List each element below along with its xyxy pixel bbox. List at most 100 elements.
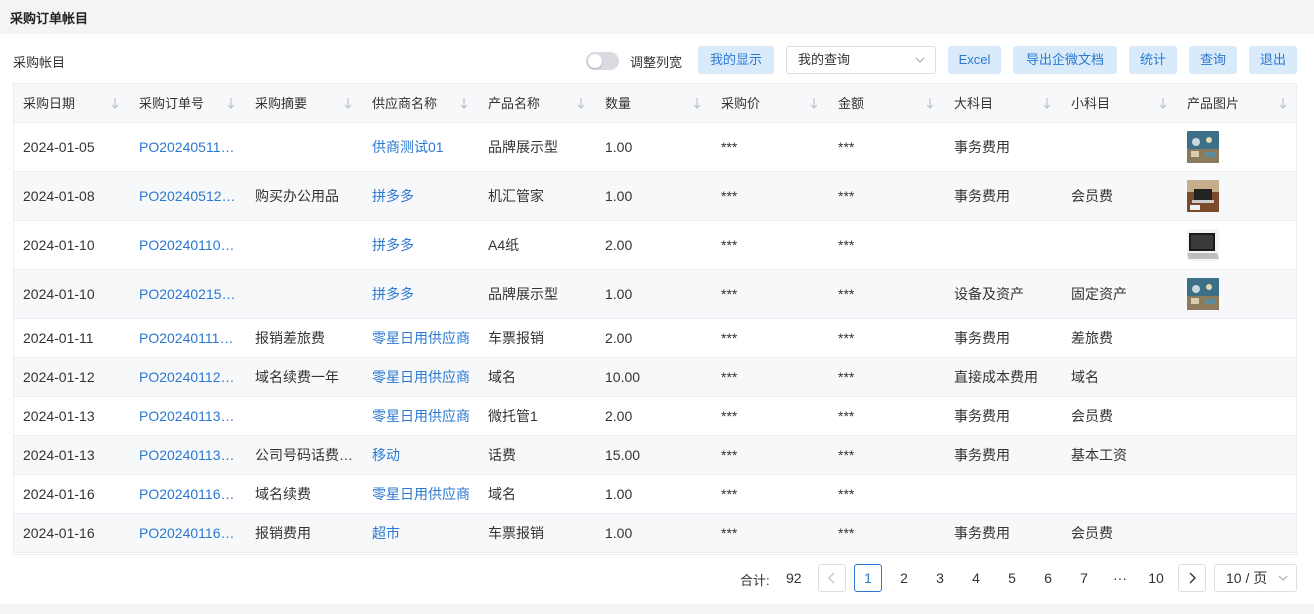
cell-minor xyxy=(1062,475,1172,513)
cell-supplier[interactable]: 零星日用供应商 xyxy=(363,319,473,357)
table-row[interactable]: 2024-01-13 PO20240113… 零星日用供应商 微托管1 2.00 *** *… xyxy=(14,397,1296,436)
cell-order[interactable]: PO20240113… xyxy=(130,397,240,435)
page-number[interactable]: 7 xyxy=(1070,564,1098,592)
cell-supplier[interactable]: 供商测试01 xyxy=(363,123,473,171)
cell-supplier[interactable]: 零星日用供应商 xyxy=(363,358,473,396)
column-header-6[interactable]: 数量 xyxy=(596,84,712,123)
cell-amount: *** xyxy=(838,486,855,502)
column-header-label: 金额 xyxy=(838,96,865,111)
cell-product: 车票报销 xyxy=(488,525,544,541)
column-header-label: 小科目 xyxy=(1071,96,1111,111)
cell-product: 品牌展示型 xyxy=(488,139,558,155)
column-header-label: 大科目 xyxy=(954,96,994,111)
cell-order[interactable]: PO20240512… xyxy=(130,172,240,220)
cell-summary: 报销费用 xyxy=(255,525,311,541)
chevron-down-icon xyxy=(1278,575,1288,581)
column-header-9[interactable]: 大科目 xyxy=(945,84,1062,123)
next-page-button[interactable] xyxy=(1178,564,1206,592)
cell-summary: 域名续费一年 xyxy=(255,369,339,385)
cell-order[interactable]: PO20240111… xyxy=(130,319,240,357)
pagination: 合计: 92 1 2 3 4 5 6 7 ··· 10 10 / 页 xyxy=(0,564,1314,592)
page-number[interactable]: 4 xyxy=(962,564,990,592)
cell-order[interactable]: PO20240116… xyxy=(130,514,240,552)
column-header-7[interactable]: 采购价 xyxy=(712,84,829,123)
column-header-1[interactable]: 采购日期 xyxy=(14,84,130,123)
cell-order[interactable]: PO20240110… xyxy=(130,221,240,269)
page-number[interactable]: 3 xyxy=(926,564,954,592)
table-row[interactable]: 2024-01-10 PO20240215… 拼多多 品牌展示型 1.00 *** *** 设… xyxy=(14,270,1296,319)
chevron-left-icon xyxy=(828,572,835,584)
cell-order[interactable]: PO20240511… xyxy=(130,123,240,171)
cell-qty: 1.00 xyxy=(605,188,633,204)
table-row[interactable]: 2024-01-11 PO20240111… 报销差旅费 零星日用供应商 车票报销 2.0… xyxy=(14,319,1296,358)
cell-order[interactable]: PO20240113… xyxy=(130,436,240,474)
column-header-3[interactable]: 采购摘要 xyxy=(246,84,363,123)
cell-supplier[interactable]: 移动 xyxy=(363,436,473,474)
page-number[interactable]: 6 xyxy=(1034,564,1062,592)
page-number[interactable]: 1 xyxy=(854,564,882,592)
column-header-label: 数量 xyxy=(605,96,632,111)
cell-supplier[interactable]: 零星日用供应商 xyxy=(363,397,473,435)
stats-button[interactable]: 统计 xyxy=(1129,46,1177,74)
cell-supplier[interactable]: 超市 xyxy=(363,514,473,552)
table-row[interactable]: 2024-01-16 PO20240116… 报销费用 超市 车票报销 1.00 *** **… xyxy=(14,514,1296,553)
column-header-5[interactable]: 产品名称 xyxy=(479,84,596,123)
sort-icon xyxy=(577,98,585,109)
cell-product: 微托管1 xyxy=(488,408,538,424)
query-button[interactable]: 查询 xyxy=(1189,46,1237,74)
table-row[interactable]: 2024-01-12 PO20240112… 域名续费一年 零星日用供应商 域名 10.0… xyxy=(14,358,1296,397)
cell-major: 事务费用 xyxy=(954,188,1010,204)
table-row[interactable]: 2024-01-13 PO20240113… 公司号码话费… 移动 话费 15.00 ***… xyxy=(14,436,1296,475)
column-header-4[interactable]: 供应商名称 xyxy=(363,84,479,123)
cell-amount: *** xyxy=(838,139,855,155)
cell-amount: *** xyxy=(838,286,855,302)
cell-amount: *** xyxy=(838,330,855,346)
excel-button[interactable]: Excel xyxy=(948,46,1001,74)
product-image[interactable] xyxy=(1187,229,1219,261)
cell-major: 事务费用 xyxy=(954,447,1010,463)
cell-minor: 会员费 xyxy=(1071,408,1113,424)
page-size-select[interactable]: 10 / 页 xyxy=(1214,564,1297,592)
cell-price: *** xyxy=(721,286,738,302)
column-header-label: 采购摘要 xyxy=(255,96,308,111)
table-row[interactable]: 2024-01-16 PO20240116… 域名续费 零星日用供应商 域名 1.00 **… xyxy=(14,475,1296,514)
cell-supplier[interactable]: 拼多多 xyxy=(363,172,473,220)
sort-icon xyxy=(926,98,934,109)
column-header-10[interactable]: 小科目 xyxy=(1062,84,1178,123)
column-width-toggle[interactable] xyxy=(586,52,619,70)
export-doc-button[interactable]: 导出企微文档 xyxy=(1013,46,1117,74)
cell-amount: *** xyxy=(838,447,855,463)
my-display-button[interactable]: 我的显示 xyxy=(698,46,774,74)
cell-date: 2024-01-10 xyxy=(23,237,95,253)
cell-order[interactable]: PO20240112… xyxy=(130,358,240,396)
cell-price: *** xyxy=(721,237,738,253)
sort-icon xyxy=(460,98,468,109)
column-header-8[interactable]: 金额 xyxy=(829,84,945,123)
my-query-select[interactable]: 我的查询 xyxy=(786,46,936,74)
page-number[interactable]: 2 xyxy=(890,564,918,592)
product-image[interactable] xyxy=(1187,278,1219,310)
cell-product: 车票报销 xyxy=(488,330,544,346)
table-row[interactable]: 2024-01-05 PO20240511… 供商测试01 品牌展示型 1.00 *** *… xyxy=(14,123,1296,172)
cell-minor: 会员费 xyxy=(1071,525,1113,541)
product-image[interactable] xyxy=(1187,180,1219,212)
cell-order[interactable]: PO20240215… xyxy=(130,270,240,318)
cell-order[interactable]: PO20240116… xyxy=(130,475,240,513)
table-row[interactable]: 2024-01-08 PO20240512… 购买办公用品 拼多多 机汇管家 1.00 **… xyxy=(14,172,1296,221)
page-number[interactable]: 10 xyxy=(1142,564,1170,592)
column-header-2[interactable]: 采购订单号 xyxy=(130,84,246,123)
exit-button[interactable]: 退出 xyxy=(1249,46,1297,74)
table-row[interactable]: 2024-01-10 PO20240110… 拼多多 A4纸 2.00 *** *** xyxy=(14,221,1296,270)
page-number[interactable]: 5 xyxy=(998,564,1026,592)
prev-page-button[interactable] xyxy=(818,564,846,592)
product-image[interactable] xyxy=(1187,131,1219,163)
cell-supplier[interactable]: 拼多多 xyxy=(363,270,473,318)
page-ellipsis[interactable]: ··· xyxy=(1106,564,1134,592)
cell-price: *** xyxy=(721,408,738,424)
sort-icon xyxy=(693,98,701,109)
cell-date: 2024-01-13 xyxy=(23,408,95,424)
cell-supplier[interactable]: 拼多多 xyxy=(363,221,473,269)
cell-supplier[interactable]: 零星日用供应商 xyxy=(363,475,473,513)
cell-major: 设备及资产 xyxy=(954,286,1024,302)
column-header-11[interactable]: 产品图片 xyxy=(1178,84,1296,123)
